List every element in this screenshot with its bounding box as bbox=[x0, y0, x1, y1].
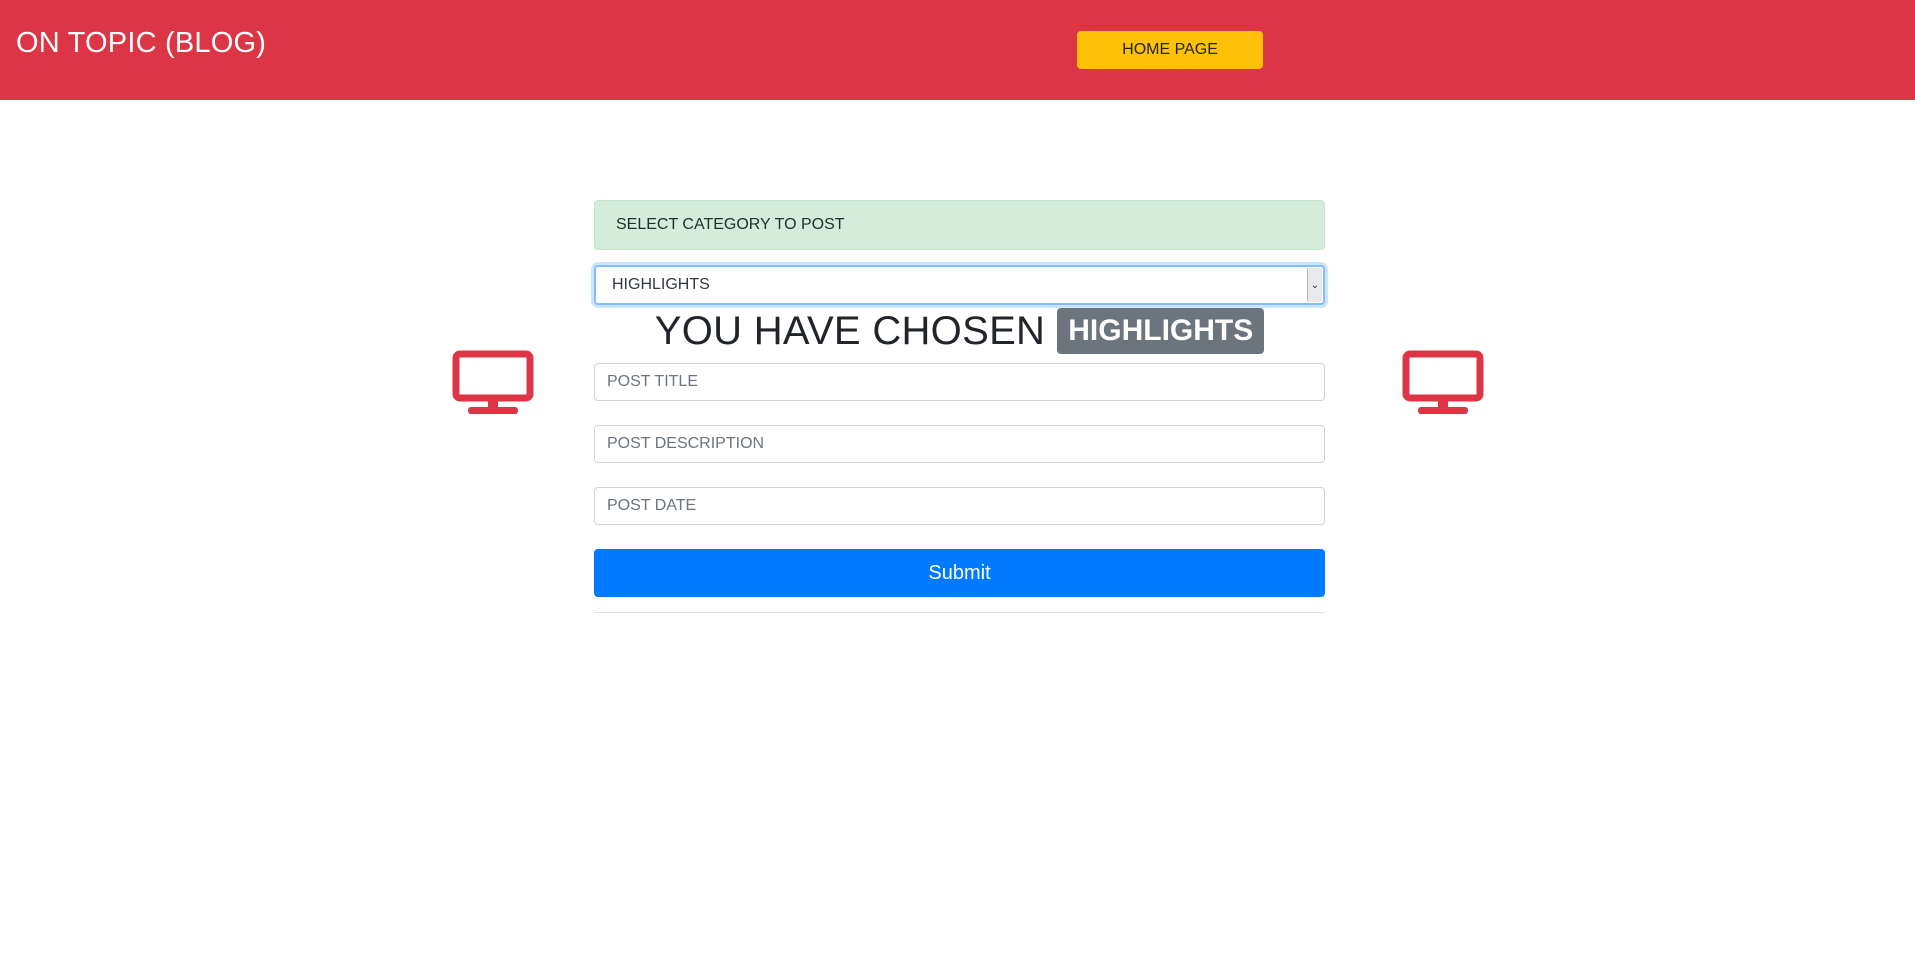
chosen-category-heading: YOU HAVE CHOSEN HIGHLIGHTS bbox=[594, 306, 1325, 356]
post-date-input[interactable] bbox=[594, 487, 1325, 525]
chosen-prefix-text: YOU HAVE CHOSEN bbox=[654, 308, 1046, 353]
category-select-value: HIGHLIGHTS bbox=[612, 276, 710, 293]
site-brand[interactable]: ON TOPIC (BLOG) bbox=[16, 26, 266, 60]
monitor-icon bbox=[452, 350, 534, 414]
category-select[interactable]: HIGHLIGHTS ⌄ bbox=[594, 265, 1325, 305]
top-navbar: ON TOPIC (BLOG) HOME PAGE bbox=[0, 0, 1915, 100]
submit-button[interactable]: Submit bbox=[594, 549, 1325, 597]
monitor-icon bbox=[1402, 350, 1484, 414]
category-prompt-alert: SELECT CATEGORY TO POST bbox=[594, 200, 1325, 250]
home-page-button[interactable]: HOME PAGE bbox=[1077, 31, 1263, 69]
post-description-input[interactable] bbox=[594, 425, 1325, 463]
post-title-input[interactable] bbox=[594, 363, 1325, 401]
form-divider bbox=[594, 612, 1325, 613]
chosen-category-badge: HIGHLIGHTS bbox=[1057, 308, 1265, 354]
chevron-down-icon[interactable]: ⌄ bbox=[1307, 268, 1322, 302]
category-prompt-text: SELECT CATEGORY TO POST bbox=[616, 216, 845, 233]
